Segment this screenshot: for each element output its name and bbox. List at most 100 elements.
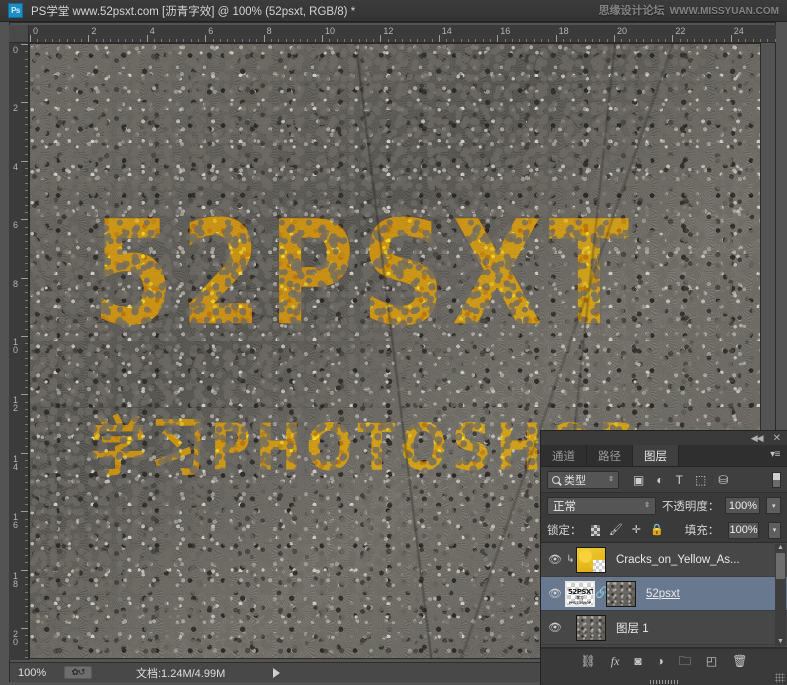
lock-image-pixels-icon[interactable]: 🖌	[609, 524, 623, 536]
tab-paths[interactable]: 路径	[587, 445, 633, 466]
scrollbar-thumb[interactable]	[776, 553, 785, 579]
watermark: 思缘设计论坛 WWW.MISSYUAN.COM	[599, 2, 779, 18]
ruler-tick	[25, 58, 28, 60]
preview-toggle-icon[interactable]: ✿↺	[64, 666, 92, 679]
layer-name[interactable]: 52psxt	[646, 588, 680, 600]
smart-object-filter-icon[interactable]: ⛁	[718, 474, 728, 486]
lock-label: 锁定：	[547, 525, 582, 537]
watermark-site-name: 思缘设计论坛	[598, 5, 665, 17]
link-mask-icon[interactable]: 🔗	[595, 588, 609, 599]
collapse-panel-icon[interactable]: ◀◀	[751, 433, 764, 443]
ruler-label: 22	[675, 26, 686, 36]
layer-thumbnail[interactable]	[576, 546, 606, 573]
ruler-tick	[730, 35, 732, 42]
ruler-tick	[21, 511, 28, 513]
ruler-label: 4	[149, 26, 155, 36]
ruler-tick	[25, 138, 28, 140]
new-group-button[interactable]: 🗀	[679, 655, 691, 667]
ruler-tick	[234, 39, 236, 42]
scroll-down-icon[interactable]: ▼	[777, 638, 784, 646]
shape-layer-filter-icon[interactable]: ⬚	[695, 474, 706, 486]
ruler-tick	[504, 39, 506, 42]
adjustment-layer-filter-icon[interactable]: ◐	[656, 474, 663, 486]
ruler-tick	[25, 357, 28, 359]
vertical-ruler[interactable]: 0 2 4 6 8 10 12 14 16 18 20	[9, 43, 29, 660]
ruler-label: 10	[325, 26, 336, 36]
layer-list-scrollbar[interactable]: ▲ ▼	[775, 544, 786, 646]
ruler-tick	[745, 39, 747, 42]
blend-mode-select[interactable]: 正常 ⇳	[547, 496, 656, 515]
layer-name[interactable]: Cracks_on_Yellow_As...	[616, 554, 740, 566]
layer-mask-thumbnail[interactable]	[606, 580, 636, 607]
layer-name[interactable]: 图层 1	[616, 620, 649, 636]
ruler-tick	[387, 39, 389, 42]
tab-layers[interactable]: 图层	[633, 445, 679, 466]
ruler-label: 20	[12, 629, 18, 647]
ruler-tick	[25, 613, 28, 615]
horizontal-ruler[interactable]: 0 2 4 6 8 10 12 14 16 18 20 22 24	[29, 25, 776, 43]
table-row[interactable]: 👁 52PSXT 学习PHOTOSHOP 🔗 52psxt	[541, 577, 787, 611]
pixel-layer-filter-icon[interactable]: ▣	[633, 474, 644, 486]
ruler-label: 24	[733, 26, 744, 36]
table-row[interactable]: 👁 ↳ Cracks_on_Yellow_As...	[541, 543, 787, 577]
ruler-tick	[285, 39, 287, 42]
ruler-tick	[25, 438, 28, 440]
filter-type-select[interactable]: 类型 ⇳	[547, 470, 619, 489]
lock-transparent-pixels-icon[interactable]	[590, 524, 600, 536]
ruler-tick	[541, 39, 542, 42]
ruler-tick	[25, 226, 28, 228]
ruler-tick	[132, 39, 134, 42]
opacity-input[interactable]: 100%	[725, 497, 761, 514]
ruler-tick	[25, 131, 28, 133]
fill-dropdown-icon[interactable]: ▾	[767, 521, 781, 539]
lock-all-icon[interactable]: 🔒	[650, 524, 664, 536]
blend-mode-row: 正常 ⇳ 不透明度： 100% ▾	[541, 493, 787, 518]
table-row[interactable]: 👁 图层 1	[541, 611, 787, 645]
ruler-tick	[25, 489, 28, 491]
panel-menu-icon[interactable]: ▾≡	[770, 450, 780, 460]
status-menu-arrow-icon[interactable]	[273, 667, 281, 678]
ruler-tick	[672, 35, 674, 42]
layer-visibility-icon[interactable]: 👁	[545, 587, 565, 600]
layer-styles-button[interactable]: fx	[611, 655, 620, 667]
ruler-tick	[21, 160, 28, 162]
scroll-up-icon[interactable]: ▲	[777, 544, 784, 552]
ruler-tick	[21, 569, 28, 571]
layer-visibility-icon[interactable]: 👁	[545, 621, 565, 634]
filter-enable-toggle[interactable]	[772, 471, 781, 488]
layer-visibility-icon[interactable]: 👁	[545, 553, 565, 566]
ruler-tick	[25, 270, 28, 272]
ruler-tick	[21, 44, 28, 45]
ruler-label: 18	[12, 570, 18, 589]
opacity-dropdown-icon[interactable]: ▾	[766, 497, 781, 514]
ruler-tick	[263, 35, 265, 42]
panel-grip-icon[interactable]	[775, 673, 785, 683]
ruler-tick	[197, 39, 199, 42]
add-layer-mask-button[interactable]: ◙	[634, 655, 641, 667]
new-layer-button[interactable]: ◰	[706, 655, 717, 667]
tab-channels[interactable]: 通道	[541, 445, 587, 466]
fill-input[interactable]: 100%	[728, 521, 759, 539]
ruler-tick	[343, 39, 345, 42]
ruler-tick	[25, 635, 28, 637]
ruler-tick	[25, 175, 28, 177]
ruler-tick	[402, 39, 404, 42]
ruler-tick	[212, 39, 214, 42]
lock-position-icon[interactable]: ✛	[632, 524, 641, 536]
ruler-tick	[25, 555, 28, 556]
delete-layer-button[interactable]: 🗑	[732, 655, 747, 667]
layer-thumbnail[interactable]	[576, 614, 606, 641]
layer-thumbnail[interactable]: 52PSXT 学习PHOTOSHOP	[565, 580, 595, 607]
close-panel-icon[interactable]: ✕	[773, 433, 781, 443]
link-layers-button[interactable]: ⛓	[581, 655, 596, 667]
new-adjustment-layer-button[interactable]: ◑	[657, 655, 664, 667]
ruler-tick	[30, 35, 31, 42]
panel-resize-handle[interactable]	[650, 680, 678, 684]
zoom-level[interactable]: 100%	[18, 667, 64, 679]
ruler-tick	[25, 416, 28, 418]
ruler-tick	[249, 39, 250, 42]
ruler-tick	[25, 248, 28, 250]
ruler-corner[interactable]	[9, 25, 29, 43]
panel-tab-row: 通道 路径 图层 ▾≡	[541, 445, 787, 467]
type-layer-filter-icon[interactable]: T	[676, 474, 683, 486]
